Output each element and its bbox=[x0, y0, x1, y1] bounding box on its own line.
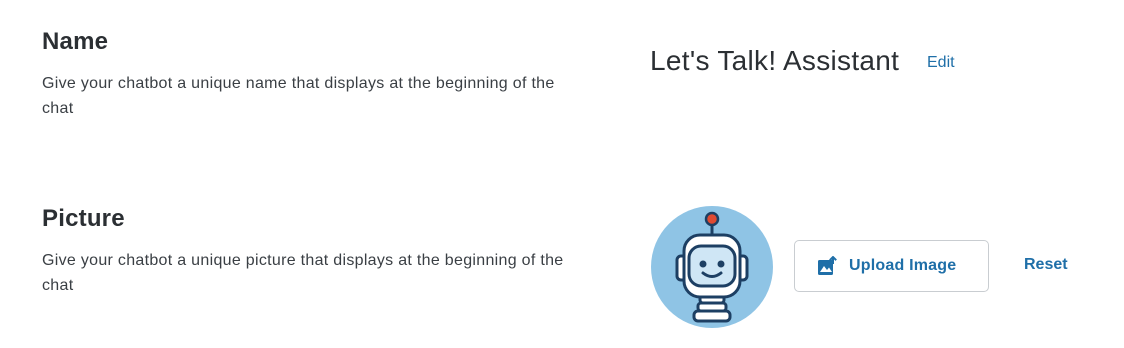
upload-image-button[interactable]: Upload Image bbox=[794, 240, 989, 292]
image-upload-icon bbox=[817, 256, 837, 276]
reset-picture-link[interactable]: Reset bbox=[1024, 256, 1068, 274]
name-section-description: Give your chatbot a unique name that dis… bbox=[42, 75, 555, 117]
picture-section-heading: Picture bbox=[42, 205, 125, 232]
upload-image-label: Upload Image bbox=[849, 257, 957, 274]
chatbot-name-value: Let's Talk! Assistant bbox=[650, 45, 900, 76]
edit-name-link[interactable]: Edit bbox=[927, 54, 955, 72]
name-section-heading: Name bbox=[42, 28, 109, 55]
picture-section-description: Give your chatbot a unique picture that … bbox=[42, 252, 564, 294]
robot-avatar-icon bbox=[651, 206, 773, 328]
